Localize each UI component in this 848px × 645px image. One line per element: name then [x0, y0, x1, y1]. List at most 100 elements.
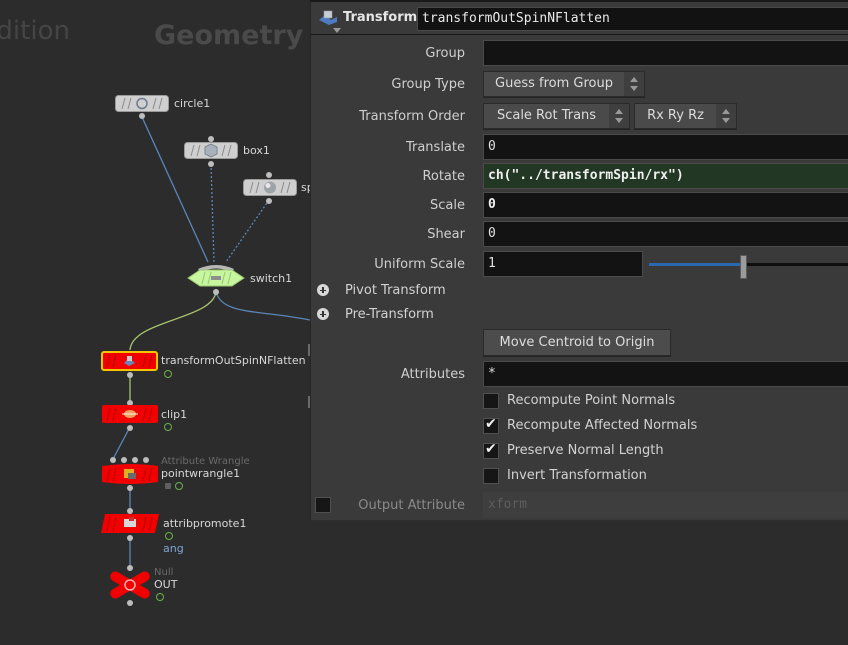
- node-OUT[interactable]: [110, 570, 150, 600]
- node-pointwrangle1[interactable]: [102, 464, 158, 484]
- param-group: Group: [311, 40, 848, 66]
- node-sphere[interactable]: [243, 179, 297, 196]
- transform-order-menu[interactable]: Scale Rot Trans: [483, 103, 630, 129]
- rotate-label: Rotate: [422, 169, 465, 184]
- output-connector[interactable]: [208, 161, 214, 167]
- output-connector[interactable]: [139, 113, 145, 119]
- sphere-icon: [243, 179, 297, 196]
- wire-circle-switch: [141, 116, 209, 263]
- switch-icon: [187, 265, 245, 287]
- scale-label: Scale: [430, 198, 465, 213]
- invert-transformation-checkbox[interactable]: [483, 468, 499, 484]
- recompute-affected-normals-checkbox[interactable]: [483, 416, 499, 434]
- checkbox-label: Recompute Point Normals: [507, 393, 676, 408]
- output-connector[interactable]: [127, 425, 133, 431]
- input-connector[interactable]: [110, 457, 116, 463]
- output-connector[interactable]: [266, 198, 272, 204]
- header-divider: [311, 34, 848, 35]
- display-flag-indicator: [175, 482, 183, 490]
- checkbox-label: Preserve Normal Length: [507, 443, 664, 458]
- group-type-menu[interactable]: Guess from Group: [483, 71, 645, 97]
- updown-arrow-icon: [716, 104, 736, 128]
- param-attributes: Attributes *: [311, 361, 848, 387]
- output-attribute-field[interactable]: xform: [483, 492, 848, 518]
- transform-order-value: Scale Rot Trans: [496, 108, 597, 123]
- wire-switch-offscreen: [215, 291, 310, 321]
- output-connector[interactable]: [127, 485, 133, 491]
- scale-field[interactable]: 0: [483, 192, 848, 218]
- translate-field[interactable]: 0: [483, 134, 848, 160]
- clip-icon: [102, 405, 158, 423]
- wire-sphere-switch: [225, 199, 270, 263]
- node-label: OUT: [154, 578, 178, 591]
- slider-fill: [649, 263, 743, 266]
- node-attribpromote1[interactable]: [101, 514, 159, 533]
- shear-label: Shear: [427, 227, 465, 242]
- group-type-value: Guess from Group: [495, 76, 613, 91]
- node-circle1[interactable]: [115, 95, 169, 112]
- attributes-field[interactable]: *: [483, 361, 848, 387]
- attribpromote-icon: [101, 514, 159, 533]
- slider-handle[interactable]: [740, 255, 747, 279]
- preserve-normal-length-checkbox[interactable]: [483, 441, 499, 459]
- lock-icon: [165, 483, 171, 489]
- node-label: box1: [243, 144, 270, 157]
- null-icon: [110, 571, 150, 599]
- parameter-header: Transform transformOutSpinNFlatten: [311, 2, 848, 34]
- wire-switch-transform: [129, 291, 217, 351]
- group-label: Group: [425, 46, 465, 61]
- output-connector[interactable]: [127, 372, 133, 378]
- display-flag-indicator: [156, 593, 164, 601]
- param-transform-order: Transform Order Scale Rot Trans Rx Ry Rz: [311, 103, 848, 129]
- network-editor[interactable]: Edition Geometry circle1 box1: [0, 0, 310, 645]
- attribute-tag: ang: [163, 542, 184, 555]
- node-switch1[interactable]: [186, 259, 246, 289]
- param-group-type: Group Type Guess from Group: [311, 71, 848, 97]
- output-attribute-label: Output Attribute: [358, 498, 465, 513]
- input-connector[interactable]: [266, 172, 272, 178]
- uniform-scale-slider[interactable]: [649, 255, 848, 279]
- node-type-label: Attribute Wrangle: [161, 456, 250, 467]
- input-connector[interactable]: [143, 457, 149, 463]
- param-shear: Shear 0: [311, 221, 848, 247]
- rotation-order-value: Rx Ry Rz: [647, 108, 704, 123]
- uniform-scale-label: Uniform Scale: [374, 257, 465, 272]
- shear-field[interactable]: 0: [483, 221, 848, 247]
- node-transformOutSpinNFlatten[interactable]: [101, 351, 158, 371]
- output-connector[interactable]: [127, 600, 133, 606]
- transform-icon: [101, 351, 158, 371]
- transform-order-label: Transform Order: [359, 109, 465, 124]
- node-label: attribpromote1: [163, 517, 247, 530]
- move-centroid-button[interactable]: Move Centroid to Origin: [483, 329, 671, 356]
- parameter-editor: Transform transformOutSpinNFlatten Group…: [310, 2, 848, 520]
- output-connector[interactable]: [213, 289, 219, 295]
- node-clip1[interactable]: [102, 405, 158, 423]
- group-field[interactable]: [483, 40, 848, 66]
- display-flag-indicator: [164, 370, 172, 378]
- node-type-label: Null: [154, 567, 174, 578]
- input-connector[interactable]: [132, 457, 138, 463]
- node-type-menu-arrow[interactable]: [333, 28, 341, 33]
- folder-label: Pre-Transform: [345, 307, 434, 322]
- checkbox-label: Invert Transformation: [507, 468, 647, 483]
- display-flag-indicator: [165, 532, 173, 540]
- box-icon: [184, 142, 238, 159]
- group-type-label: Group Type: [391, 77, 465, 92]
- rotate-expression-field[interactable]: ch("../transformSpin/rx"): [483, 163, 848, 189]
- expand-plus-icon[interactable]: [317, 284, 329, 296]
- node-label: clip1: [161, 408, 188, 421]
- node-box1[interactable]: [184, 142, 238, 159]
- recompute-point-normals-checkbox[interactable]: [483, 393, 499, 409]
- expand-plus-icon[interactable]: [317, 308, 329, 320]
- node-name-field[interactable]: transformOutSpinNFlatten: [417, 7, 848, 31]
- uniform-scale-field[interactable]: 1: [483, 251, 643, 277]
- param-rotate: Rotate ch("../transformSpin/rx"): [311, 163, 848, 189]
- transform-node-icon[interactable]: [317, 8, 339, 28]
- node-label: sp: [301, 181, 310, 194]
- rotation-order-menu[interactable]: Rx Ry Rz: [634, 103, 737, 129]
- node-label: pointwrangle1: [161, 467, 241, 480]
- attributes-label: Attributes: [400, 367, 465, 382]
- output-connector[interactable]: [127, 535, 133, 541]
- input-connector[interactable]: [121, 457, 127, 463]
- wire-box-switch: [210, 163, 215, 263]
